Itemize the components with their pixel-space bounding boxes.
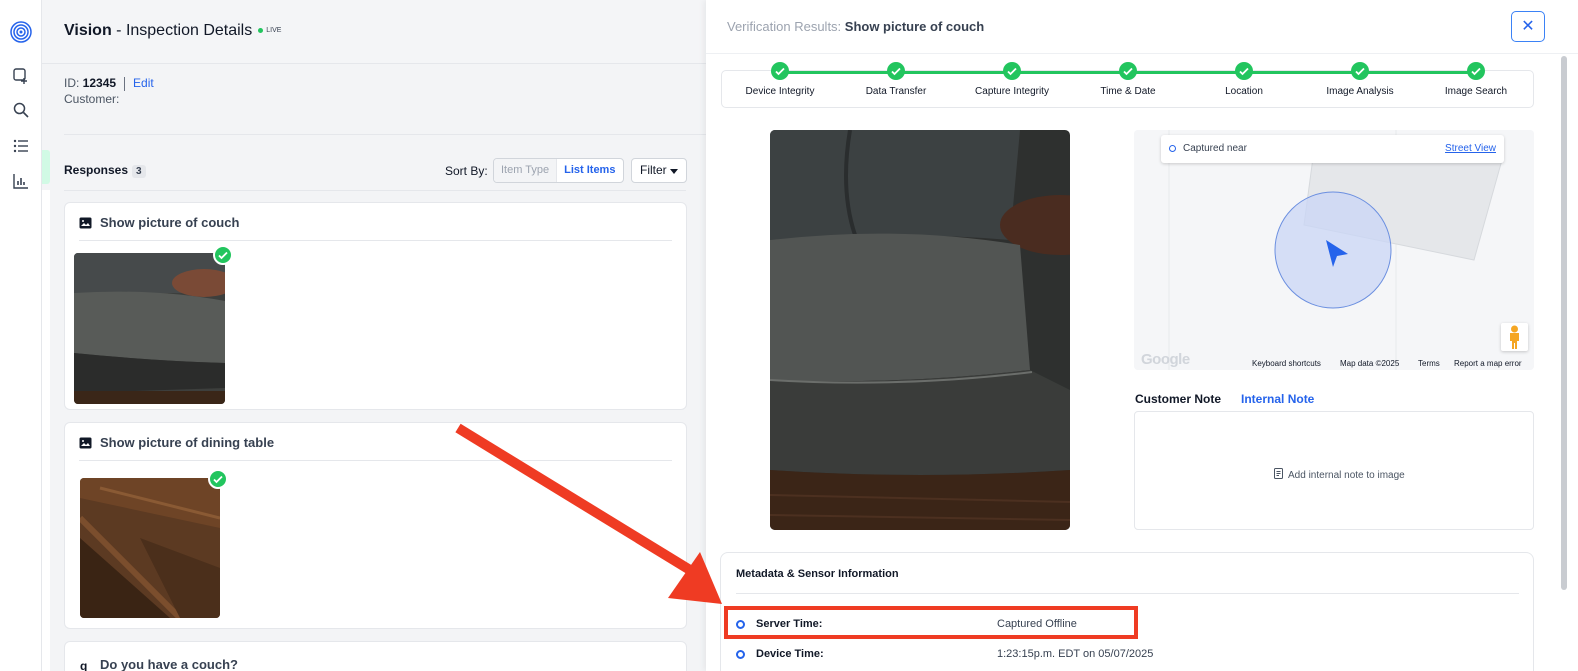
check-icon bbox=[1119, 62, 1137, 80]
note-tabs: Customer Note Internal Note bbox=[1135, 392, 1314, 406]
customer-label: Customer: bbox=[64, 92, 120, 106]
report-map-error-link[interactable]: Report a map error bbox=[1454, 359, 1522, 368]
street-view-link[interactable]: Street View bbox=[1445, 143, 1496, 154]
filter-dropdown[interactable]: Filter bbox=[631, 158, 687, 183]
internal-note-box[interactable]: Add internal note to image bbox=[1134, 411, 1534, 530]
page-header: Vision - Inspection Details LIVE bbox=[42, 0, 706, 64]
couch-photo[interactable] bbox=[770, 130, 1070, 530]
responses-heading: Responses 3 bbox=[64, 163, 146, 178]
edit-link[interactable]: Edit bbox=[133, 76, 154, 90]
terms-link[interactable]: Terms bbox=[1418, 359, 1440, 368]
tab-internal-note[interactable]: Internal Note bbox=[1241, 392, 1314, 406]
add-inspection-icon[interactable] bbox=[12, 67, 30, 85]
captured-near-card: Captured near Street View bbox=[1161, 135, 1504, 163]
app-logo-icon[interactable] bbox=[9, 20, 33, 44]
step-image-analysis[interactable]: Image Analysis bbox=[1302, 62, 1418, 97]
response-card-have-couch[interactable]: q Do you have a couch? bbox=[64, 641, 687, 671]
panel-scrollbar[interactable] bbox=[1561, 56, 1567, 590]
chevron-down-icon bbox=[670, 169, 678, 174]
chart-icon[interactable] bbox=[12, 172, 30, 190]
step-image-search[interactable]: Image Search bbox=[1418, 62, 1534, 97]
verification-panel: Verification Results: Show picture of co… bbox=[706, 0, 1578, 671]
response-card-dining-table[interactable]: Show picture of dining table bbox=[64, 422, 687, 629]
image-icon bbox=[79, 217, 92, 229]
couch-thumbnail[interactable] bbox=[74, 253, 225, 404]
add-internal-note-button[interactable]: Add internal note to image bbox=[1273, 467, 1405, 481]
sort-item-type-button[interactable]: Item Type bbox=[494, 159, 558, 182]
step-time-date[interactable]: Time & Date bbox=[1070, 62, 1186, 97]
responses-count-badge: 3 bbox=[132, 165, 146, 178]
response-card-couch[interactable]: Show picture of couch bbox=[64, 202, 687, 410]
close-icon: ✕ bbox=[1521, 18, 1535, 35]
check-icon bbox=[1003, 62, 1021, 80]
check-icon bbox=[1467, 62, 1485, 80]
step-capture-integrity[interactable]: Capture Integrity bbox=[954, 62, 1070, 97]
sort-toggle: Item Type List Items bbox=[493, 158, 624, 183]
verified-check-icon bbox=[208, 469, 228, 489]
step-data-transfer[interactable]: Data Transfer bbox=[838, 62, 954, 97]
metadata-heading: Metadata & Sensor Information bbox=[736, 568, 899, 580]
sort-by-label: Sort By: bbox=[445, 164, 488, 178]
inspection-id: ID: 12345 Edit bbox=[64, 76, 154, 91]
step-device-integrity[interactable]: Device Integrity bbox=[722, 62, 838, 97]
verified-check-icon bbox=[213, 245, 233, 265]
active-tab-indicator bbox=[42, 150, 50, 184]
tab-customer-note[interactable]: Customer Note bbox=[1135, 392, 1221, 406]
step-location[interactable]: Location bbox=[1186, 62, 1302, 97]
map-data-label: Map data ©2025 bbox=[1340, 359, 1400, 368]
svg-text:q: q bbox=[80, 659, 87, 671]
annotation-highlight-box bbox=[724, 606, 1138, 639]
image-icon bbox=[79, 437, 92, 449]
search-icon[interactable] bbox=[12, 101, 30, 119]
verification-steps: Device Integrity Data Transfer Capture I… bbox=[721, 62, 1534, 108]
close-button[interactable]: ✕ bbox=[1511, 11, 1545, 42]
sort-list-items-button[interactable]: List Items bbox=[557, 159, 622, 182]
card-title: Show picture of dining table bbox=[79, 435, 274, 450]
check-icon bbox=[1235, 62, 1253, 80]
note-icon bbox=[1274, 468, 1283, 479]
dining-table-thumbnail[interactable] bbox=[80, 478, 220, 618]
inspection-page: Vision - Inspection Details LIVE ID: 1234… bbox=[42, 0, 706, 671]
left-nav-rail bbox=[0, 0, 42, 671]
location-map[interactable]: Captured near Street View Google Keyboar… bbox=[1134, 130, 1534, 370]
panel-header: Verification Results: Show picture of co… bbox=[706, 0, 1578, 54]
card-title: Show picture of couch bbox=[79, 215, 239, 230]
page-title: Vision - Inspection Details LIVE bbox=[64, 22, 282, 39]
live-badge: LIVE bbox=[258, 27, 281, 34]
check-icon bbox=[771, 62, 789, 80]
list-icon[interactable] bbox=[12, 137, 30, 155]
card-title: q Do you have a couch? bbox=[80, 657, 238, 671]
panel-title: Verification Results: Show picture of co… bbox=[727, 19, 985, 34]
keyboard-shortcuts-link[interactable]: Keyboard shortcuts bbox=[1252, 359, 1321, 368]
google-logo: Google bbox=[1141, 351, 1190, 368]
check-icon bbox=[887, 62, 905, 80]
question-icon: q bbox=[80, 659, 87, 671]
check-icon bbox=[1351, 62, 1369, 80]
pegman-icon[interactable] bbox=[1501, 323, 1528, 351]
